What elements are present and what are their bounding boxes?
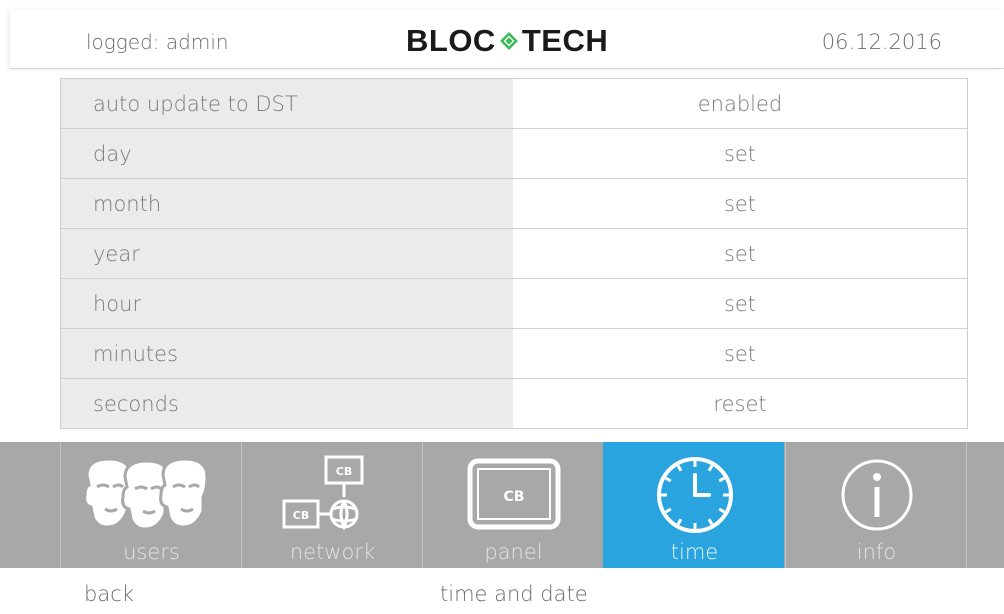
nav-label: users [123,540,180,564]
setting-value-button[interactable]: set [513,279,967,328]
logo-text-right: TECH [521,23,609,58]
svg-text:CB: CB [335,465,351,478]
svg-text:CB: CB [503,489,524,505]
nav-panel[interactable]: CB panel [422,442,603,568]
bottom-nav: users CB CB network CB panel time info [0,442,1004,568]
setting-value-button[interactable]: enabled [513,79,967,128]
setting-value-button[interactable]: set [513,229,967,278]
setting-label: day [61,129,513,178]
setting-row-day: day set [61,129,967,179]
info-icon [786,450,967,540]
nav-label: panel [484,540,543,564]
setting-label: seconds [61,379,513,428]
time-settings-table: auto update to DST enabled day set month… [60,78,968,429]
setting-row-minutes: minutes set [61,329,967,379]
setting-row-month: month set [61,179,967,229]
nav-users[interactable]: users [60,442,241,568]
back-button[interactable]: back [84,582,134,606]
nav-network[interactable]: CB CB network [241,442,422,568]
setting-value-button[interactable]: set [513,329,967,378]
setting-label: month [61,179,513,228]
nav-label: info [856,540,897,564]
logged-user: logged: admin [86,30,229,54]
setting-value-button[interactable]: set [513,179,967,228]
panel-icon: CB [423,450,604,540]
nav-info[interactable]: info [785,442,966,568]
bloctech-logo: BLOC TECH [406,23,609,58]
setting-label: hour [61,279,513,328]
setting-row-dst: auto update to DST enabled [61,79,967,129]
nav-label: time [670,540,719,564]
setting-value-button[interactable]: reset [513,379,967,428]
screen-title: time and date [440,582,588,606]
faces-icon [61,450,242,540]
setting-value-button[interactable]: set [513,129,967,178]
network-icon: CB CB [242,450,423,540]
setting-label: auto update to DST [61,79,513,128]
footer-bar: back time and date [0,568,1004,614]
logo-diamond-icon [499,32,518,50]
current-date: 06.12.2016 [821,30,942,54]
setting-row-hour: hour set [61,279,967,329]
clock-icon [604,450,785,540]
nav-divider [966,442,967,568]
header-bar: logged: admin BLOC TECH 06.12.2016 [10,10,1004,69]
nav-label: network [289,540,376,564]
setting-label: minutes [61,329,513,378]
logo-text-left: BLOC [406,23,496,58]
nav-time[interactable]: time [603,442,784,568]
setting-row-year: year set [61,229,967,279]
svg-text:CB: CB [292,509,308,522]
setting-row-seconds: seconds reset [61,379,967,429]
setting-label: year [61,229,513,278]
